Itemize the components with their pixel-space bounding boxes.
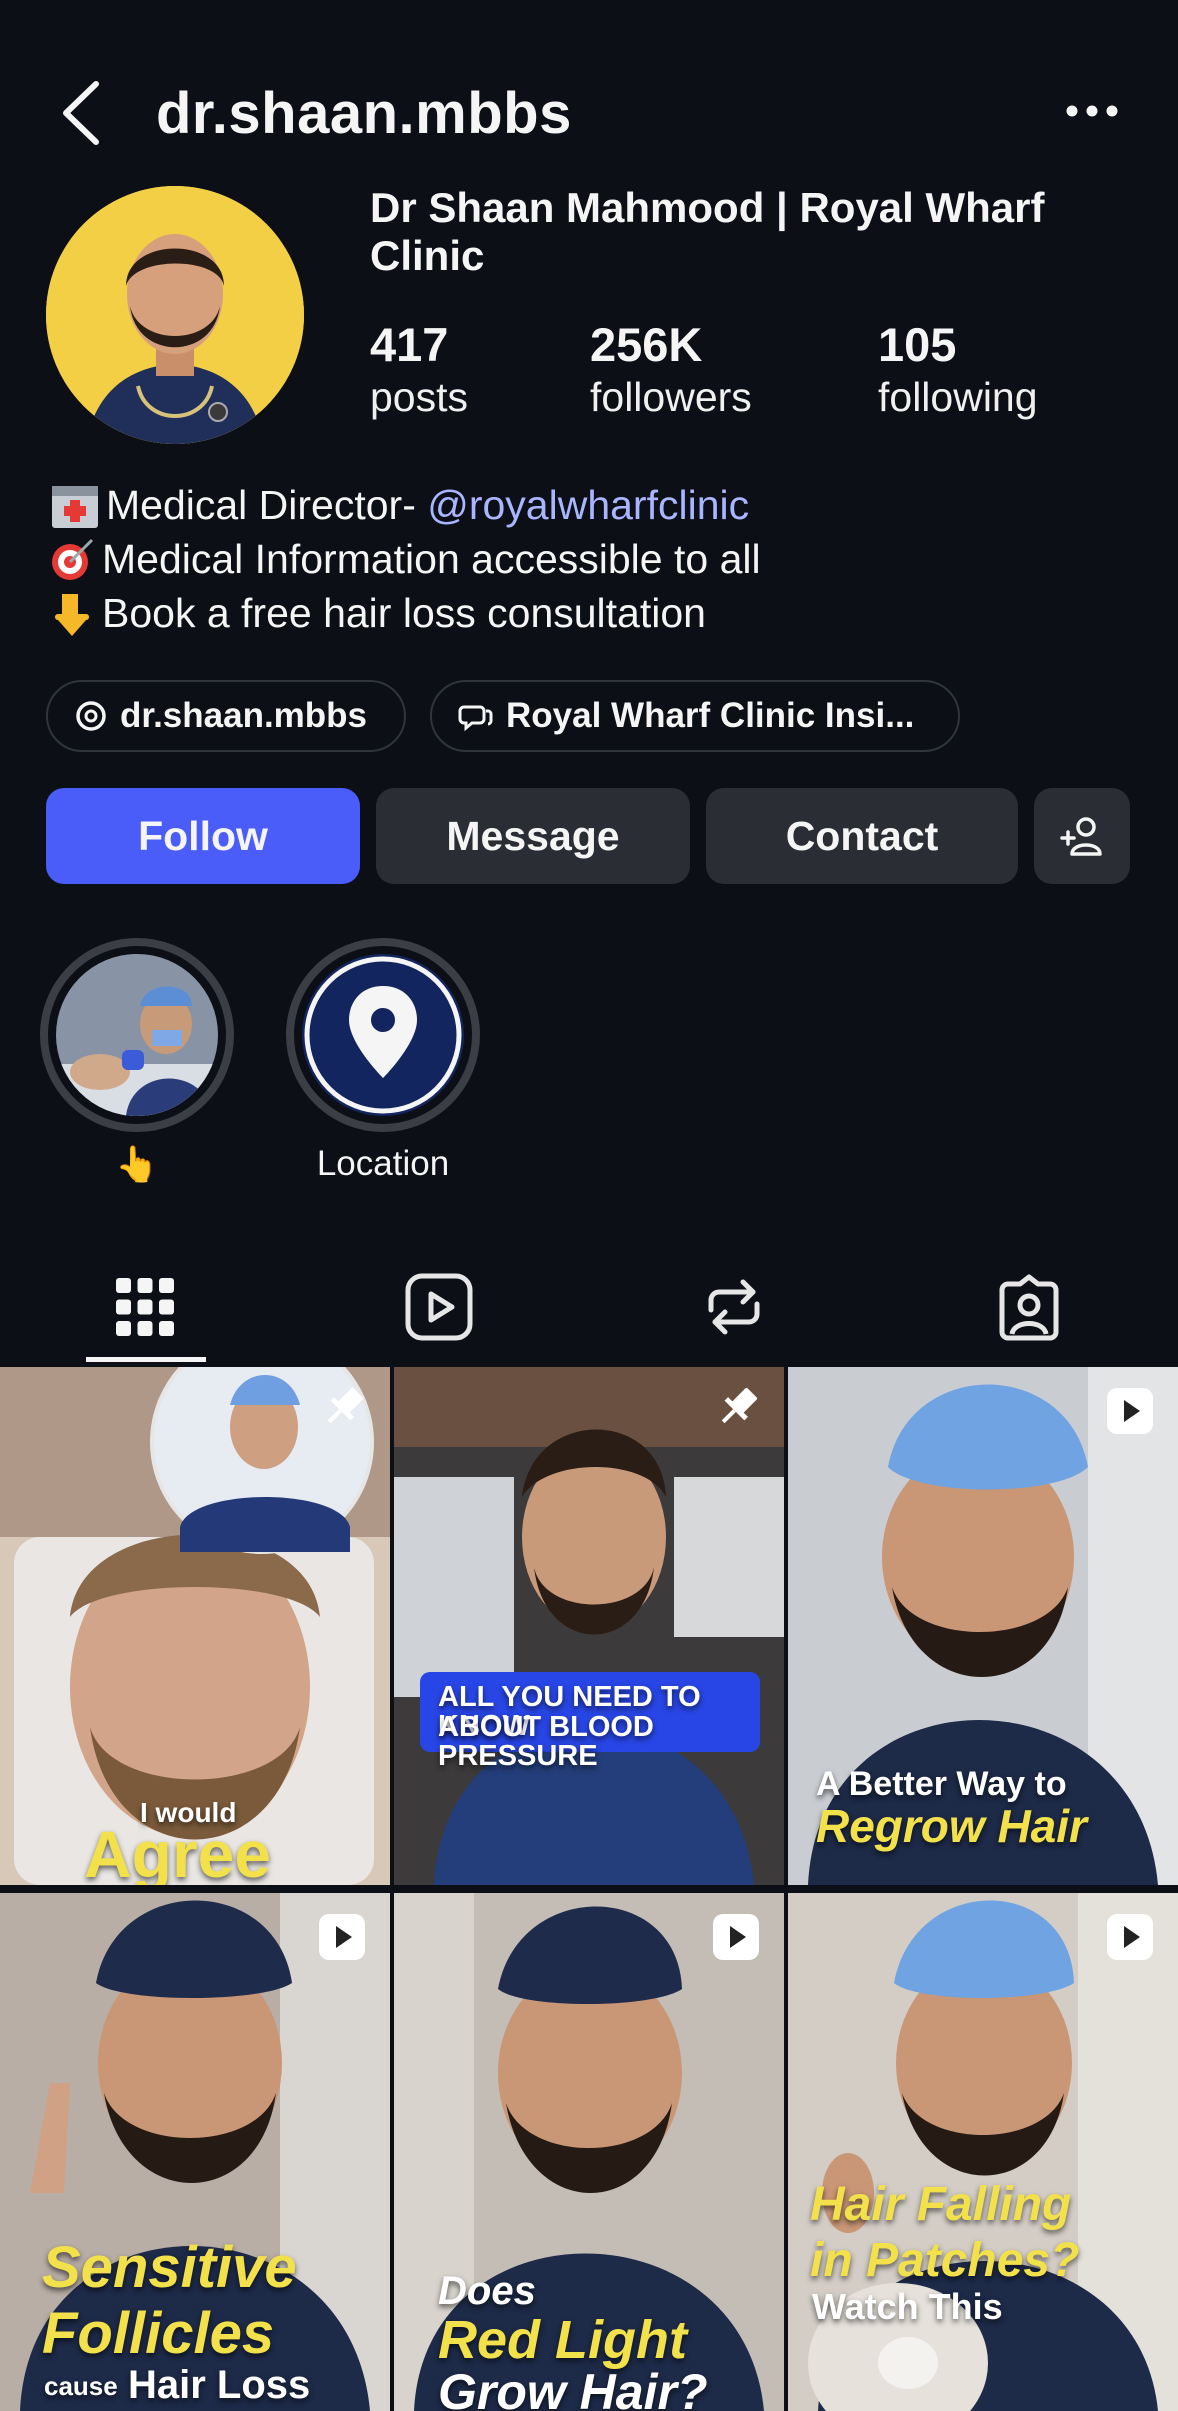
stat-posts[interactable]: 417 posts [370,318,468,422]
follow-button[interactable]: Follow [46,788,360,884]
post-caption: Hair Falling [810,2178,1072,2231]
contact-button[interactable]: Contact [706,788,1018,884]
active-tab-indicator [86,1357,206,1362]
channel-chip-label: Royal Wharf Clinic Insi... [506,696,915,735]
suggest-accounts-button[interactable] [1034,788,1130,884]
reel-icon [713,1914,759,1960]
post-caption: Regrow Hair [816,1800,1087,1852]
followers-label: followers [590,374,752,420]
followers-count: 256K [590,318,703,371]
point-down-icon [55,594,89,636]
bio-line3-text: Book a free hair loss consultation [102,590,706,636]
post-caption: Watch This [812,2286,1003,2327]
threads-chip-label: dr.shaan.mbbs [120,696,368,735]
post-tile[interactable]: Sensitive Follicles cause Hair Loss [0,1893,390,2411]
location-pin-icon [304,956,462,1114]
highlight-location[interactable]: Location [286,938,480,1184]
pin-icon [721,1388,757,1424]
reel-icon [319,1914,365,1960]
profile-tabs [0,1240,1178,1364]
post-tile[interactable]: Does Red Light Grow Hair? [394,1893,784,2411]
target-icon [52,538,94,580]
post-tile[interactable]: ALL YOU NEED TO KNOW ABOUT BLOOD PRESSUR… [394,1367,784,1885]
community-chat-icon [458,705,493,732]
more-horizontal-icon[interactable] [1062,96,1122,126]
post-caption: in Patches? [810,2234,1080,2287]
bio-line2-text: Medical Information accessible to all [102,536,761,582]
highlight-1[interactable]: 👆 [40,938,234,1185]
post-caption: Agree [84,1817,272,1885]
reels-icon[interactable] [402,1270,476,1344]
post-caption: A Better Way to [816,1765,1067,1803]
post-tile[interactable]: Hair Falling in Patches? Watch This [788,1893,1178,2411]
post-caption: cause [44,2371,118,2401]
highlight-ring [40,938,234,1132]
highlight-thumbnail [302,954,464,1116]
stat-following[interactable]: 105 following [878,318,1038,422]
post-tile[interactable]: I would Agree [0,1367,390,1885]
post-caption: Red Light [438,2310,687,2370]
post-caption: Does [438,2269,536,2313]
reel-icon [1107,1914,1153,1960]
channel-chip[interactable]: Royal Wharf Clinic Insi... [430,680,960,752]
hospital-icon [52,486,98,528]
reel-icon [1107,1388,1153,1434]
display-name: Dr Shaan Mahmood | Royal Wharf Clinic [370,184,1045,279]
chevron-left-icon[interactable] [56,80,106,146]
grid-icon[interactable] [108,1270,182,1344]
threads-chip[interactable]: dr.shaan.mbbs [46,680,406,752]
post-caption: Hair Loss [128,2363,311,2407]
following-label: following [878,374,1038,420]
highlight-location-label: Location [316,1144,450,1183]
bio-line1-text: Medical Director- [106,482,428,528]
post-caption: Sensitive [42,2235,297,2300]
post-tile[interactable]: A Better Way to Regrow Hair [788,1367,1178,1885]
avatar[interactable] [46,186,304,444]
tagged-icon[interactable] [992,1270,1066,1344]
highlight-1-label: 👆 [115,1145,159,1184]
bio-mention-link[interactable]: @royalwharfclinic [427,478,749,532]
post-caption: Grow Hair? [438,2364,708,2411]
posts-grid: I would Agree ALL YOU NEED TO KNOW ABOUT… [0,1367,1178,2411]
post-caption: Follicles [42,2301,275,2366]
message-button[interactable]: Message [376,788,690,884]
posts-count: 417 [370,318,449,371]
pin-icon [327,1388,363,1424]
post-caption: ABOUT BLOOD PRESSURE [438,1711,654,1772]
profile-header: dr.shaan.mbbs [0,0,1178,200]
reposts-icon[interactable] [697,1270,771,1344]
highlight-thumbnail [56,954,218,1116]
threads-icon [76,701,106,731]
posts-label: posts [370,374,468,420]
add-person-icon [1060,817,1102,856]
page-title: dr.shaan.mbbs [156,81,572,146]
following-count: 105 [878,318,957,371]
post-thumbnail [394,1367,784,1885]
highlight-ring [286,938,480,1132]
stat-followers[interactable]: 256K followers [590,318,752,422]
post-thumbnail [788,1893,1178,2411]
bio: Medical Director- @royalwharfclinic Medi… [48,478,1148,640]
